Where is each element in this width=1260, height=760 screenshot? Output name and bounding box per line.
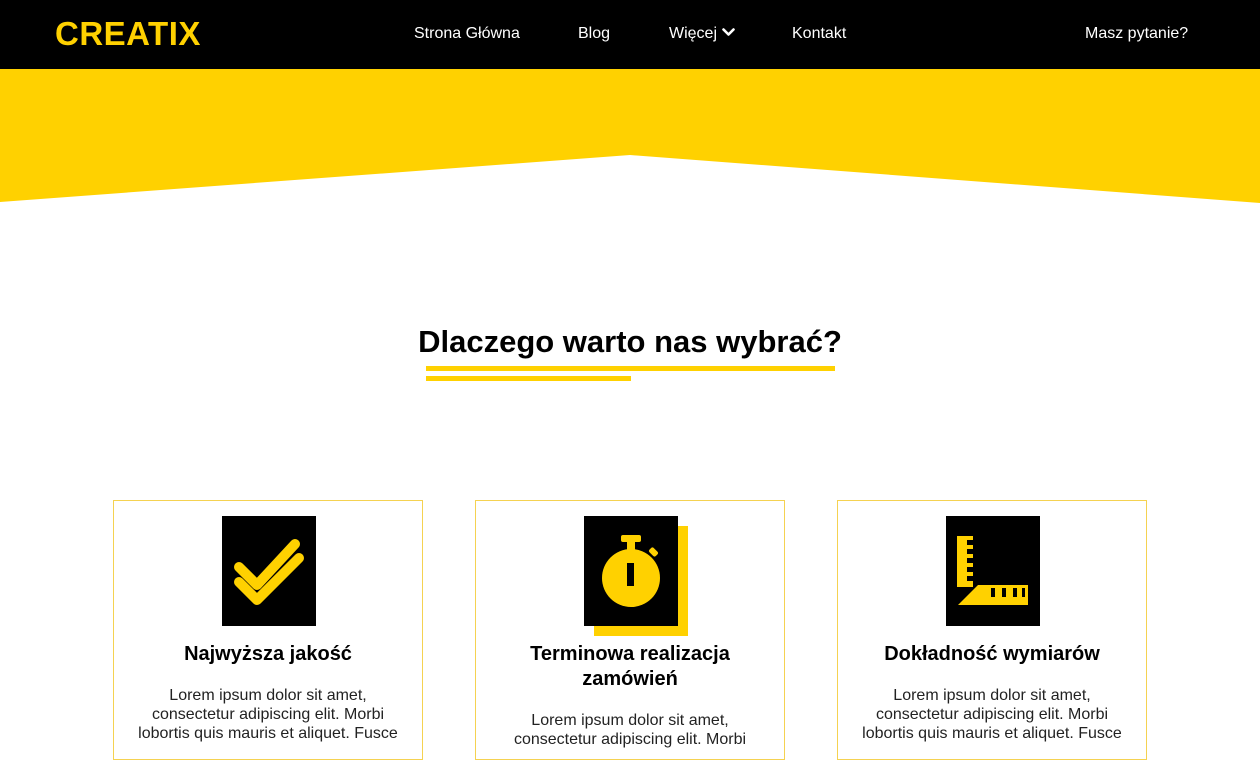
nav-contact-link[interactable]: Kontakt (792, 24, 846, 44)
nav-home-link[interactable]: Strona Główna (414, 24, 520, 44)
hero-banner (0, 69, 1260, 204)
feature-card-quality: Najwyższa jakość Lorem ipsum dolor sit a… (113, 500, 423, 760)
card-text: Lorem ipsum dolor sit amet, consectetur … (138, 687, 398, 742)
feature-card-precision: Dokładność wymiarów Lorem ipsum dolor si… (837, 500, 1147, 760)
feature-card-timely: Terminowa realizacja zamówień Lorem ipsu… (475, 500, 785, 760)
card-title: Najwyższa jakość (184, 643, 352, 665)
stopwatch-icon (584, 516, 678, 626)
ruler-icon (946, 516, 1040, 626)
card-title: Dokładność wymiarów (884, 643, 1100, 665)
chevron-down-icon (722, 27, 735, 36)
section-title: Dlaczego warto nas wybrać? (418, 324, 842, 359)
card-text: Lorem ipsum dolor sit amet, consectetur … (513, 712, 747, 748)
title-underline-long (426, 366, 835, 371)
double-check-icon (222, 516, 316, 626)
nav-blog-link[interactable]: Blog (578, 24, 610, 44)
icon-tile (584, 516, 688, 636)
logo[interactable]: CREATIX (55, 14, 201, 54)
nav-more-label: Więcej (669, 25, 718, 42)
card-title: Terminowa realizacja zamówień (530, 643, 730, 690)
top-navbar: CREATIX Strona Główna Blog Więcej Kontak… (0, 0, 1260, 69)
question-link[interactable]: Masz pytanie? (1085, 24, 1188, 44)
icon-tile (222, 516, 316, 626)
icon-tile (946, 516, 1040, 626)
card-text: Lorem ipsum dolor sit amet, consectetur … (862, 687, 1122, 742)
nav-more-dropdown[interactable]: Więcej (669, 24, 735, 44)
title-underline-short (426, 376, 631, 381)
hero-yellow-shape (0, 69, 1260, 203)
